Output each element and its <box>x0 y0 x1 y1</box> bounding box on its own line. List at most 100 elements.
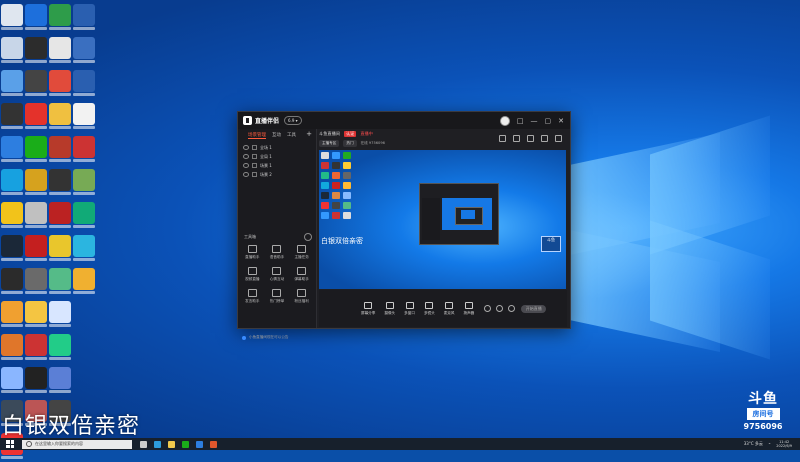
screen-share-button[interactable]: 屏幕分享 <box>361 301 375 316</box>
desktop-icon[interactable] <box>24 103 48 132</box>
desktop-icon[interactable] <box>72 202 96 231</box>
desktop-icon[interactable] <box>24 268 48 297</box>
desktop-icon[interactable] <box>48 334 72 363</box>
app-icon[interactable] <box>210 440 217 448</box>
record-icon[interactable] <box>484 305 492 312</box>
desktop-icon[interactable] <box>0 367 24 396</box>
gear-icon[interactable] <box>508 305 516 312</box>
desktop-icon[interactable] <box>0 4 24 33</box>
desktop-icon[interactable] <box>72 103 96 132</box>
desktop-icon[interactable] <box>72 70 96 99</box>
maximize-button[interactable]: ▢ <box>545 117 552 125</box>
gear-icon[interactable] <box>304 233 312 241</box>
message-icon[interactable]: □ <box>517 117 524 125</box>
scene-item[interactable]: 场景 2 <box>238 170 316 179</box>
desktop-icon[interactable] <box>48 70 72 99</box>
desktop-icon[interactable] <box>24 37 48 66</box>
network-icon[interactable]: ⌃ <box>768 442 771 447</box>
desktop-icon[interactable] <box>24 235 48 264</box>
desktop-icon[interactable] <box>48 37 72 66</box>
desktop-icon[interactable] <box>24 202 48 231</box>
close-button[interactable]: ✕ <box>558 117 564 125</box>
desktop-icon[interactable] <box>0 103 24 132</box>
category-chip[interactable]: 主播专区 <box>319 140 340 147</box>
multi-window-button[interactable]: 多窗口 <box>404 301 415 316</box>
expand-icon[interactable] <box>541 135 548 142</box>
tool-item[interactable]: 主播任务 <box>289 245 314 260</box>
scene-item[interactable]: 全局 1 <box>238 152 316 161</box>
desktop-icon[interactable] <box>48 202 72 231</box>
eye-icon[interactable] <box>243 172 249 177</box>
tag-chip[interactable]: 热门 <box>343 140 357 147</box>
folder-icon[interactable] <box>168 440 175 448</box>
weather[interactable]: 33°C 多云 <box>744 441 763 447</box>
lock-icon[interactable] <box>252 154 257 159</box>
desktop-icon[interactable] <box>48 301 72 330</box>
task-view-icon[interactable] <box>140 440 147 448</box>
store-icon[interactable] <box>196 440 203 448</box>
desktop-icon[interactable] <box>0 301 24 330</box>
tool-item[interactable]: 语音助手 <box>265 245 290 260</box>
desktop-icon[interactable] <box>48 367 72 396</box>
desktop-icon[interactable] <box>0 235 24 264</box>
lock-icon[interactable] <box>252 145 257 150</box>
tool-item[interactable]: 粉丝福利 <box>289 289 314 304</box>
lock-icon[interactable] <box>252 163 257 168</box>
tab-interact[interactable]: 互动 <box>272 132 281 139</box>
tool-item[interactable]: 直播助手 <box>240 245 265 260</box>
desktop-icon[interactable] <box>48 4 72 33</box>
scene-item[interactable]: 全场 1 <box>238 143 316 152</box>
desktop-icon[interactable] <box>48 136 72 165</box>
desktop-icon[interactable] <box>24 334 48 363</box>
eye-icon[interactable] <box>243 163 249 168</box>
wechat-icon[interactable] <box>182 440 189 448</box>
tool-item[interactable]: 心情互动 <box>265 267 290 282</box>
eye-icon[interactable] <box>243 154 249 159</box>
desktop-icon[interactable] <box>0 37 24 66</box>
desktop-icon[interactable] <box>24 301 48 330</box>
tab-scenes[interactable]: 场景管理 <box>248 132 266 139</box>
tab-tools[interactable]: 工具 <box>287 132 296 139</box>
edge-icon[interactable] <box>154 440 161 448</box>
desktop-icon[interactable] <box>72 169 96 198</box>
stream-preview[interactable]: 白银双倍亲密 斗鱼 <box>319 150 566 289</box>
desktop-icon[interactable] <box>24 4 48 33</box>
tool-item[interactable]: 热门榜单 <box>265 289 290 304</box>
multi-camera-button[interactable]: 多镜头 <box>424 301 435 316</box>
minimize-button[interactable]: — <box>531 117 538 125</box>
avatar[interactable] <box>499 115 510 126</box>
microphone-button[interactable]: 麦克风 <box>444 301 455 316</box>
start-button[interactable] <box>6 440 14 448</box>
clock[interactable]: 11:42 2022/6/9 <box>776 440 792 448</box>
add-scene-button[interactable]: + <box>306 131 312 139</box>
desktop-icon[interactable] <box>0 70 24 99</box>
lock-icon[interactable] <box>252 172 257 177</box>
desktop-icon[interactable] <box>48 103 72 132</box>
speaker-button[interactable]: 扬声器 <box>464 301 474 316</box>
tool-item[interactable]: 发言助手 <box>240 289 265 304</box>
scene-item[interactable]: 场景 1 <box>238 161 316 170</box>
tool-item[interactable]: 视频直播 <box>240 267 265 282</box>
eye-icon[interactable] <box>243 145 249 150</box>
desktop-icon[interactable] <box>48 235 72 264</box>
settings-icon[interactable] <box>513 135 520 142</box>
desktop-icon[interactable] <box>48 169 72 198</box>
desktop-icon[interactable] <box>72 4 96 33</box>
desktop-icon[interactable] <box>24 70 48 99</box>
desktop-icon[interactable] <box>0 202 24 231</box>
clock-icon[interactable] <box>496 305 504 312</box>
taskbar-search[interactable]: 在这里输入你要搜索的内容 <box>22 439 132 449</box>
record-icon[interactable] <box>527 135 534 142</box>
camera-button[interactable]: 摄像头 <box>384 301 395 316</box>
start-live-button[interactable]: 开始直播 <box>521 304 547 313</box>
desktop-icon[interactable] <box>24 169 48 198</box>
share-icon[interactable] <box>499 135 506 142</box>
version-badge[interactable]: 6.9 ▾ <box>284 116 302 125</box>
desktop-icon[interactable] <box>72 136 96 165</box>
more-icon[interactable] <box>555 135 562 142</box>
desktop-icon[interactable] <box>72 235 96 264</box>
tool-item[interactable]: 弹幕助手 <box>289 267 314 282</box>
desktop-icon[interactable] <box>0 334 24 363</box>
room-title[interactable]: 斗鱼直播间 <box>319 131 340 137</box>
desktop-icon[interactable] <box>0 136 24 165</box>
